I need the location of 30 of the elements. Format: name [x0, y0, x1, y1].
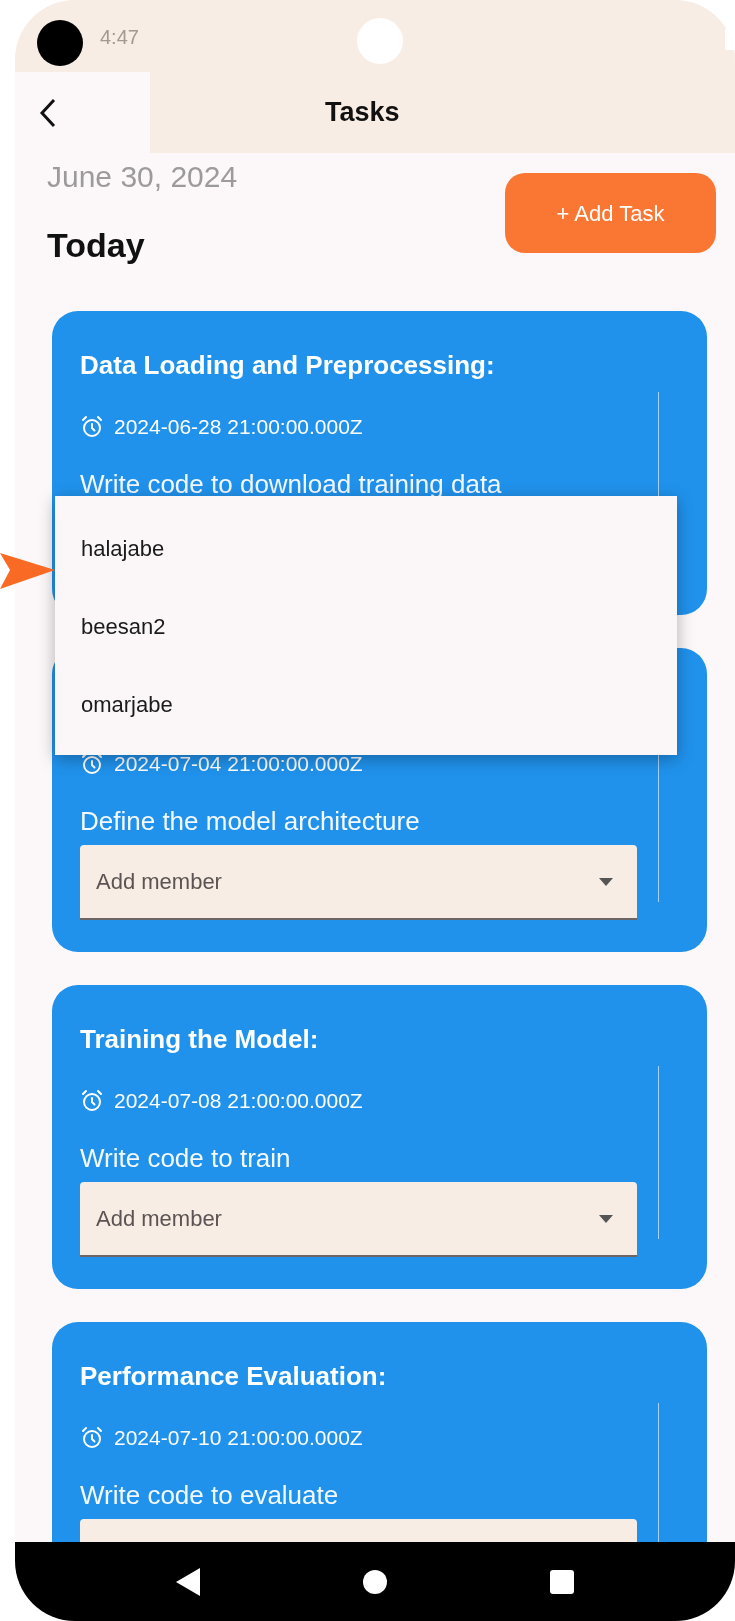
member-option[interactable]: halajabe [55, 509, 677, 587]
back-triangle-icon[interactable] [176, 1567, 201, 1596]
dropdown-caret-icon [599, 877, 613, 886]
add-member-placeholder: Add member [96, 868, 222, 896]
recents-square-icon[interactable] [549, 1569, 574, 1594]
alarm-clock-icon [80, 1089, 104, 1113]
task-description: Define the model architecture [80, 804, 420, 838]
alarm-clock-icon [80, 1426, 104, 1450]
back-chevron-icon [39, 97, 57, 128]
add-member-placeholder: Add member [96, 1205, 222, 1233]
add-member-dropdown[interactable]: Add member [80, 1182, 637, 1257]
section-heading: Today [47, 225, 146, 266]
member-option[interactable]: beesan2 [55, 587, 677, 665]
add-member-dropdown[interactable]: Add member [80, 845, 637, 920]
task-due-date: 2024-07-04 21:00:00.000Z [114, 751, 363, 778]
app-bar-title: Tasks [325, 96, 400, 130]
task-due-date: 2024-07-08 21:00:00.000Z [114, 1088, 363, 1115]
task-description: Write code to train [80, 1141, 291, 1175]
current-date: June 30, 2024 [47, 159, 238, 195]
dropdown-caret-icon [599, 1214, 613, 1223]
alarm-clock-icon [80, 415, 104, 439]
task-title: Data Loading and Preprocessing: [80, 348, 495, 382]
task-title: Training the Model: [80, 1022, 319, 1056]
member-option[interactable]: omarjabe [55, 665, 677, 743]
task-description: Write code to download training data [80, 467, 502, 501]
task-due-date: 2024-06-28 21:00:00.000Z [114, 414, 363, 441]
task-title: Performance Evaluation: [80, 1359, 387, 1393]
status-time: 4:47 [100, 25, 139, 50]
task-due-date: 2024-07-10 21:00:00.000Z [114, 1425, 363, 1452]
task-description: Write code to evaluate [80, 1478, 339, 1512]
